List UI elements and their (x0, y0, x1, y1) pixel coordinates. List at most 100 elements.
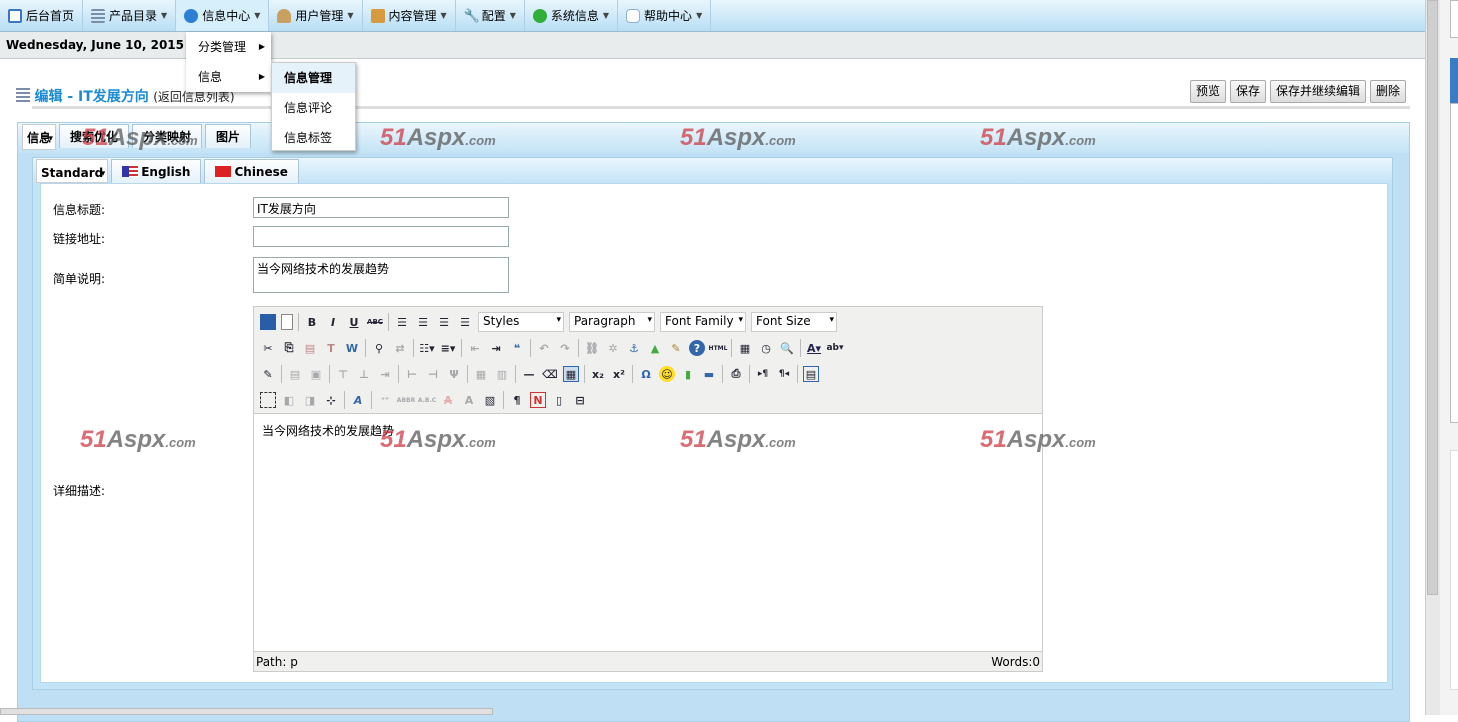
emoticon-icon[interactable]: ☺ (659, 366, 675, 382)
underline-icon[interactable]: U (346, 314, 362, 330)
media-icon[interactable]: ▮ (680, 366, 696, 382)
replace-icon[interactable]: ⇄ (392, 340, 408, 356)
tab-english[interactable]: English (111, 159, 202, 183)
tab-category-mapping[interactable]: 分类映射 (132, 124, 203, 148)
ltr-icon[interactable]: ▸¶ (755, 366, 771, 382)
tab-seo[interactable]: 搜索优化 (59, 124, 130, 148)
layer-back-icon[interactable]: ◨ (302, 392, 318, 408)
nav-help-center[interactable]: 帮助中心 ▼ (618, 0, 712, 31)
save-continue-button[interactable]: 保存并继续编辑 (1270, 80, 1367, 103)
insert-time-icon[interactable]: ◷ (758, 340, 774, 356)
preview-button[interactable]: 预览 (1190, 80, 1227, 103)
menu-item-category-management[interactable]: 分类管理 ▶ (186, 32, 271, 62)
abbr-icon[interactable]: ABBR (397, 392, 415, 408)
horizontal-rule-icon[interactable]: — (521, 366, 537, 382)
bold-icon[interactable]: B (304, 314, 320, 330)
paste-word-icon[interactable]: W (344, 340, 360, 356)
cut-icon[interactable]: ✂ (260, 340, 276, 356)
align-justify-icon[interactable]: ☰ (457, 314, 473, 330)
unlink-icon[interactable]: ✲ (605, 340, 621, 356)
special-char-icon[interactable]: Ω (638, 366, 654, 382)
numbered-list-icon[interactable]: ≡▾ (440, 340, 456, 356)
tab-chinese[interactable]: Chinese (204, 159, 299, 183)
new-document-icon[interactable] (281, 314, 293, 330)
merge-cells-icon[interactable]: ▥ (494, 366, 510, 382)
nav-config[interactable]: 🔧 配置 ▼ (456, 0, 525, 31)
row-props-icon[interactable]: ▤ (287, 366, 303, 382)
strikethrough-icon[interactable]: ABC (367, 314, 383, 330)
delete-button[interactable]: 删除 (1370, 80, 1407, 103)
non-breaking-icon[interactable]: N (530, 392, 546, 408)
nav-product-catalog[interactable]: 产品目录 ▼ (83, 0, 177, 31)
editor-content-area[interactable]: 当今网络技术的发展趋势 (254, 413, 1042, 652)
italic-icon[interactable]: I (325, 314, 341, 330)
summary-textarea[interactable]: 当今网络技术的发展趋势 (253, 257, 509, 293)
split-cells-icon[interactable]: ▦ (473, 366, 489, 382)
anchor-icon[interactable]: ⚓ (626, 340, 642, 356)
subscript-icon[interactable]: x₂ (590, 366, 606, 382)
save-icon[interactable] (260, 314, 276, 330)
html-icon[interactable]: HTML (709, 340, 728, 356)
paste-icon[interactable]: ▤ (302, 340, 318, 356)
tab-images[interactable]: 图片 (205, 124, 252, 148)
bullet-list-icon[interactable]: ☷▾ (419, 340, 435, 356)
insert-col-before-icon[interactable]: ⊢ (404, 366, 420, 382)
font-family-select[interactable]: Font Family (660, 312, 746, 332)
align-right-icon[interactable]: ☰ (436, 314, 452, 330)
edit-icon[interactable]: ✎ (260, 366, 276, 382)
back-to-list-link[interactable]: (返回信息列表) (153, 90, 234, 104)
delete-col-icon[interactable]: Ψ (446, 366, 462, 382)
insert-row-after-icon[interactable]: ⊥ (356, 366, 372, 382)
undo-icon[interactable]: ↶ (536, 340, 552, 356)
indent-icon[interactable]: ⇥ (488, 340, 504, 356)
menu-item-info[interactable]: 信息 ▶ (186, 62, 271, 92)
nav-info-center[interactable]: 信息中心 ▼ (176, 0, 270, 31)
tab-info[interactable]: 信息 (22, 124, 57, 151)
link-icon[interactable]: ⛓ (584, 340, 600, 356)
rtl-icon[interactable]: ¶◂ (776, 366, 792, 382)
insert-date-icon[interactable]: ▦ (737, 340, 753, 356)
eraser-icon[interactable]: ⌫ (542, 366, 558, 382)
submenu-item-info-management[interactable]: 信息管理 (272, 63, 355, 93)
copy-icon[interactable]: ⎘ (281, 340, 297, 356)
superscript-icon[interactable]: x² (611, 366, 627, 382)
find-icon[interactable]: ⚲ (371, 340, 387, 356)
cleanup-icon[interactable]: ✎ (668, 340, 684, 356)
submenu-item-info-tags[interactable]: 信息标签 (272, 123, 355, 153)
help-icon[interactable]: ? (689, 340, 705, 356)
text-color-icon[interactable]: A▾ (806, 340, 822, 356)
ins-icon[interactable]: A (461, 392, 477, 408)
link-input[interactable] (253, 226, 509, 247)
styles-select[interactable]: Styles (478, 312, 564, 332)
visual-chars-icon[interactable]: ¶ (509, 392, 525, 408)
acronym-icon[interactable]: A.B.C (418, 392, 436, 408)
layer-icon[interactable]: ◧ (281, 392, 297, 408)
insert-col-after-icon[interactable]: ⊣ (425, 366, 441, 382)
advanced-hr-icon[interactable]: ▬ (701, 366, 717, 382)
template-icon[interactable]: ▯ (551, 392, 567, 408)
style-props-icon[interactable]: A (350, 392, 366, 408)
image-icon[interactable]: ▲ (647, 340, 663, 356)
save-button[interactable]: 保存 (1230, 80, 1267, 103)
fullscreen-icon[interactable]: ▤ (803, 366, 819, 382)
insert-row-before-icon[interactable]: ⊤ (335, 366, 351, 382)
blockquote-icon[interactable]: ❝ (509, 340, 525, 356)
title-input[interactable]: IT发展方向 (253, 197, 509, 218)
select-all-icon[interactable] (260, 392, 276, 408)
scrollbar-thumb[interactable] (1427, 0, 1438, 595)
paste-text-icon[interactable]: T (323, 340, 339, 356)
page-break-icon[interactable]: ⊟ (572, 392, 588, 408)
delete-row-icon[interactable]: ⇥ (377, 366, 393, 382)
align-center-icon[interactable]: ☰ (415, 314, 431, 330)
insert-layer-icon[interactable]: ⊹ (323, 392, 339, 408)
nav-system-info[interactable]: 系统信息 ▼ (525, 0, 619, 31)
table-icon[interactable]: ▦ (563, 366, 579, 382)
print-icon[interactable]: ⎙ (728, 366, 744, 382)
outdent-icon[interactable]: ⇤ (467, 340, 483, 356)
cell-props-icon[interactable]: ▣ (308, 366, 324, 382)
paragraph-select[interactable]: Paragraph (569, 312, 655, 332)
redo-icon[interactable]: ↷ (557, 340, 573, 356)
submenu-item-info-comments[interactable]: 信息评论 (272, 93, 355, 123)
cite-icon[interactable]: “” (377, 392, 393, 408)
del-icon[interactable]: A (440, 392, 456, 408)
